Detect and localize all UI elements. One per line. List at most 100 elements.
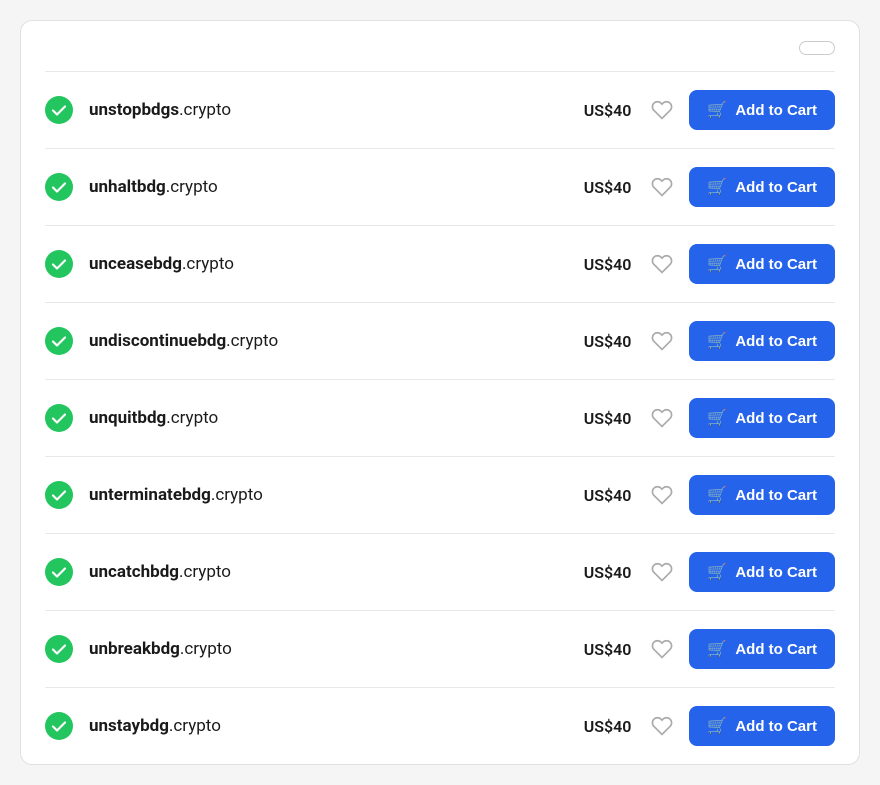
heart-icon [651, 484, 673, 506]
heart-icon [651, 561, 673, 583]
heart-icon [651, 715, 673, 737]
check-icon [45, 558, 73, 586]
domain-tld: .crypto [179, 100, 231, 120]
wishlist-button[interactable] [651, 253, 673, 275]
domain-name: unceasebdg.crypto [89, 254, 571, 274]
cart-icon: 🛒 [707, 254, 727, 274]
add-to-cart-button[interactable]: 🛒 Add to Cart [689, 90, 835, 130]
domain-row: unbreakbdg.crypto US$40 🛒 Add to Cart [45, 611, 835, 688]
check-icon [45, 712, 73, 740]
check-icon [45, 96, 73, 124]
main-container: unstopbdgs.crypto US$40 🛒 Add to Cart un… [20, 20, 860, 765]
cart-icon: 🛒 [707, 639, 727, 659]
wishlist-button[interactable] [651, 484, 673, 506]
wishlist-button[interactable] [651, 407, 673, 429]
domain-tld: .crypto [166, 408, 218, 428]
domain-tld: .crypto [180, 639, 232, 659]
domain-price: US$40 [571, 101, 631, 120]
domain-row: uncatchbdg.crypto US$40 🛒 Add to Cart [45, 534, 835, 611]
add-to-cart-button[interactable]: 🛒 Add to Cart [689, 706, 835, 746]
domain-name: unquitbdg.crypto [89, 408, 571, 428]
domain-row: unstaybdg.crypto US$40 🛒 Add to Cart [45, 688, 835, 764]
heart-icon [651, 253, 673, 275]
heart-icon [651, 407, 673, 429]
cart-icon: 🛒 [707, 485, 727, 505]
section-header [45, 41, 835, 55]
check-icon [45, 481, 73, 509]
domain-base: uncatchbdg [89, 562, 179, 582]
add-to-cart-label: Add to Cart [735, 564, 817, 581]
domain-base: unstaybdg [89, 716, 169, 736]
domain-row: unceasebdg.crypto US$40 🛒 Add to Cart [45, 226, 835, 303]
cart-icon: 🛒 [707, 716, 727, 736]
domain-name: unterminatebdg.crypto [89, 485, 571, 505]
add-to-cart-button[interactable]: 🛒 Add to Cart [689, 167, 835, 207]
domain-row: unhaltbdg.crypto US$40 🛒 Add to Cart [45, 149, 835, 226]
domain-base: unstopbdgs [89, 100, 179, 120]
heart-icon [651, 330, 673, 352]
wishlist-button[interactable] [651, 638, 673, 660]
domain-price: US$40 [571, 717, 631, 736]
wishlist-button[interactable] [651, 715, 673, 737]
add-to-cart-label: Add to Cart [735, 487, 817, 504]
domain-row: unterminatebdg.crypto US$40 🛒 Add to Car… [45, 457, 835, 534]
add-to-cart-label: Add to Cart [735, 718, 817, 735]
wishlist-button[interactable] [651, 99, 673, 121]
domain-tld: .crypto [169, 716, 221, 736]
wishlist-button[interactable] [651, 561, 673, 583]
check-icon [45, 327, 73, 355]
check-icon [45, 173, 73, 201]
add-to-cart-label: Add to Cart [735, 333, 817, 350]
heart-icon [651, 99, 673, 121]
domain-tld: .crypto [182, 254, 234, 274]
heart-icon [651, 638, 673, 660]
add-to-cart-button[interactable]: 🛒 Add to Cart [689, 398, 835, 438]
domain-row: undiscontinuebdg.crypto US$40 🛒 Add to C… [45, 303, 835, 380]
domain-tld: .crypto [166, 177, 218, 197]
domain-base: unhaltbdg [89, 177, 166, 197]
domain-tld: .crypto [179, 562, 231, 582]
domain-name: unhaltbdg.crypto [89, 177, 571, 197]
add-to-cart-button[interactable]: 🛒 Add to Cart [689, 475, 835, 515]
add-to-cart-button[interactable]: 🛒 Add to Cart [689, 629, 835, 669]
domain-row: unstopbdgs.crypto US$40 🛒 Add to Cart [45, 72, 835, 149]
domain-base: unquitbdg [89, 408, 166, 428]
add-to-cart-button[interactable]: 🛒 Add to Cart [689, 244, 835, 284]
domain-base: unterminatebdg [89, 485, 211, 505]
domain-price: US$40 [571, 178, 631, 197]
domain-price: US$40 [571, 409, 631, 428]
domain-name: unstaybdg.crypto [89, 716, 571, 736]
domain-name: unbreakbdg.crypto [89, 639, 571, 659]
domain-price: US$40 [571, 640, 631, 659]
domain-row: unquitbdg.crypto US$40 🛒 Add to Cart [45, 380, 835, 457]
add-to-cart-button[interactable]: 🛒 Add to Cart [689, 552, 835, 592]
domain-list: unstopbdgs.crypto US$40 🛒 Add to Cart un… [45, 71, 835, 764]
domain-base: undiscontinuebdg [89, 331, 226, 351]
heart-icon [651, 176, 673, 198]
domain-price: US$40 [571, 486, 631, 505]
add-to-cart-label: Add to Cart [735, 102, 817, 119]
check-icon [45, 404, 73, 432]
cart-icon: 🛒 [707, 100, 727, 120]
domain-tld: .crypto [226, 331, 278, 351]
domain-tld: .crypto [211, 485, 263, 505]
domain-price: US$40 [571, 255, 631, 274]
domain-name: undiscontinuebdg.crypto [89, 331, 571, 351]
cart-icon: 🛒 [707, 177, 727, 197]
add-to-cart-label: Add to Cart [735, 256, 817, 273]
wishlist-button[interactable] [651, 176, 673, 198]
add-to-cart-label: Add to Cart [735, 641, 817, 658]
domain-name: unstopbdgs.crypto [89, 100, 571, 120]
check-icon [45, 250, 73, 278]
domain-price: US$40 [571, 563, 631, 582]
wishlist-button[interactable] [651, 330, 673, 352]
filter-dropdown[interactable] [799, 41, 835, 55]
add-to-cart-button[interactable]: 🛒 Add to Cart [689, 321, 835, 361]
domain-price: US$40 [571, 332, 631, 351]
domain-base: unceasebdg [89, 254, 182, 274]
add-to-cart-label: Add to Cart [735, 410, 817, 427]
cart-icon: 🛒 [707, 331, 727, 351]
check-icon [45, 635, 73, 663]
domain-base: unbreakbdg [89, 639, 180, 659]
domain-name: uncatchbdg.crypto [89, 562, 571, 582]
